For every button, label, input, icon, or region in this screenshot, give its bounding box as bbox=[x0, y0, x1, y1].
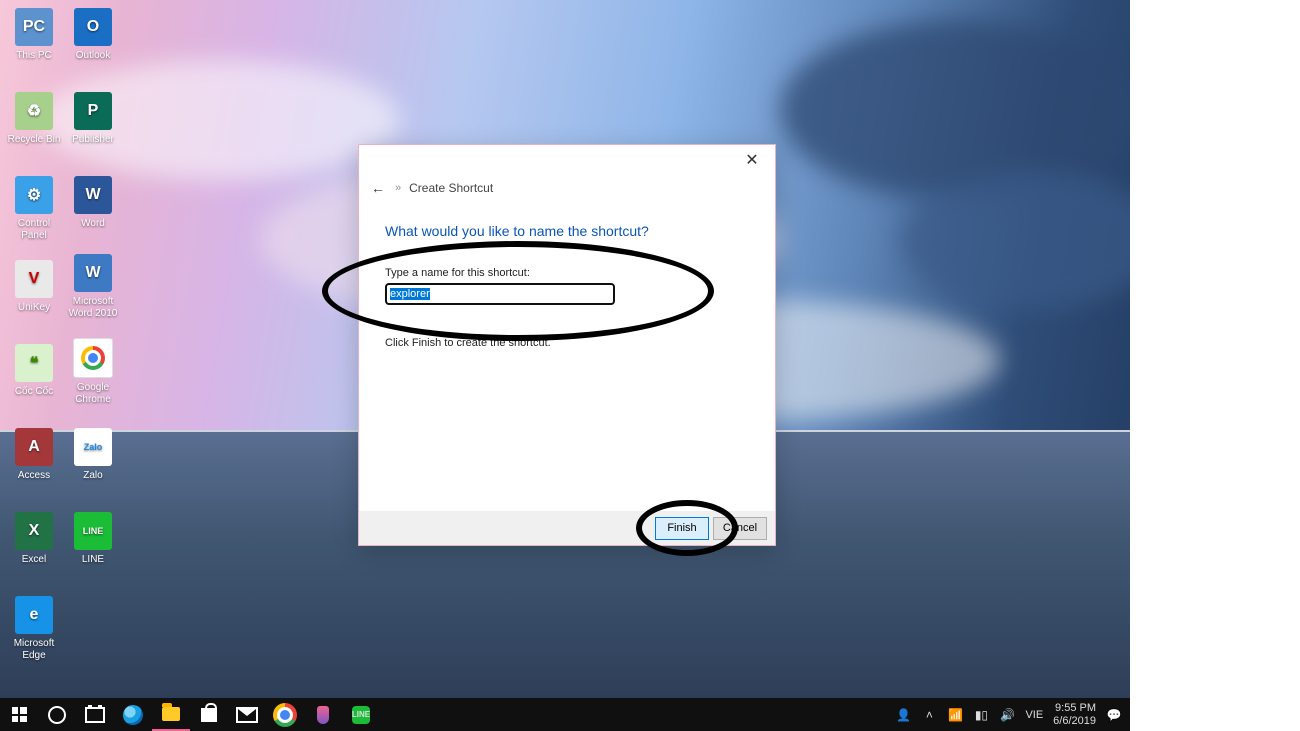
taskbar-app-line[interactable]: LINE bbox=[342, 698, 380, 731]
access-icon: A bbox=[15, 428, 53, 466]
desktop-icon-label: UniKey bbox=[5, 302, 63, 314]
finish-button[interactable]: Finish bbox=[655, 517, 709, 540]
folder-icon bbox=[162, 707, 180, 721]
chrome-icon bbox=[273, 703, 297, 727]
edge-icon bbox=[123, 705, 143, 725]
dialog-heading: What would you like to name the shortcut… bbox=[385, 223, 649, 239]
edge-icon: e bbox=[15, 596, 53, 634]
document-margin bbox=[1130, 0, 1300, 731]
maps-icon bbox=[317, 706, 329, 724]
create-shortcut-dialog: ✕ ← » Create Shortcut What would you lik… bbox=[358, 144, 776, 546]
outlook-icon: O bbox=[74, 8, 112, 46]
desktop-icon-label: Zalo bbox=[64, 470, 122, 482]
start-button[interactable] bbox=[0, 698, 38, 731]
desktop-icon-word-2010[interactable]: W Microsoft Word 2010 bbox=[64, 254, 122, 320]
action-center-icon[interactable]: 💬 bbox=[1106, 707, 1122, 723]
desktop-icon-label: Outlook bbox=[64, 50, 122, 62]
word-icon: W bbox=[74, 176, 112, 214]
wifi-icon[interactable]: 📶 bbox=[947, 707, 963, 723]
taskbar-app-chrome[interactable] bbox=[266, 698, 304, 731]
desktop[interactable]: PC This PC O Outlook ♻ Recycle Bin P Publisher ⚙… bbox=[0, 0, 1130, 698]
taskbar-app-maps[interactable] bbox=[304, 698, 342, 731]
desktop-icon-word[interactable]: W Word bbox=[64, 176, 122, 230]
dialog-instruction: Click Finish to create the shortcut. bbox=[385, 337, 551, 349]
taskbar: LINE 👤 ˄ 📶 ▮▯ 🔊 VIE 9:55 PM 6/6/2019 💬 bbox=[0, 698, 1130, 731]
back-arrow-icon: ← bbox=[371, 180, 385, 196]
desktop-icon-recycle-bin[interactable]: ♻ Recycle Bin bbox=[5, 92, 63, 146]
desktop-icon-coccoc[interactable]: ❝ Cốc Cốc bbox=[5, 344, 63, 398]
taskbar-app-file-explorer[interactable] bbox=[152, 698, 190, 731]
finish-label: Finish bbox=[667, 522, 696, 534]
desktop-icon-label: Word bbox=[64, 218, 122, 230]
cortana-button[interactable] bbox=[38, 698, 76, 731]
desktop-icon-label: LINE bbox=[64, 554, 122, 566]
line-icon: LINE bbox=[74, 512, 112, 550]
store-icon bbox=[201, 708, 217, 722]
control-panel-icon: ⚙ bbox=[15, 176, 53, 214]
shortcut-name-label: Type a name for this shortcut: bbox=[385, 267, 530, 279]
clock-time: 9:55 PM bbox=[1053, 702, 1096, 715]
desktop-icon-control-panel[interactable]: ⚙ Control Panel bbox=[5, 176, 63, 242]
desktop-icon-label: Google Chrome bbox=[64, 382, 122, 406]
breadcrumb-chevron-icon: » bbox=[395, 182, 401, 194]
language-indicator[interactable]: VIE bbox=[1025, 709, 1043, 721]
desktop-icon-label: Publisher bbox=[64, 134, 122, 146]
dialog-footer: Finish Cancel bbox=[359, 511, 775, 545]
desktop-icon-label: Microsoft Word 2010 bbox=[64, 296, 122, 320]
unikey-icon: V bbox=[15, 260, 53, 298]
battery-icon[interactable]: ▮▯ bbox=[973, 707, 989, 723]
tray-chevron-up-icon[interactable]: ˄ bbox=[921, 707, 937, 723]
desktop-icon-edge[interactable]: e Microsoft Edge bbox=[5, 596, 63, 662]
desktop-icon-label: Access bbox=[5, 470, 63, 482]
this-pc-icon: PC bbox=[15, 8, 53, 46]
taskbar-clock[interactable]: 9:55 PM 6/6/2019 bbox=[1053, 702, 1096, 728]
windows-icon bbox=[12, 707, 27, 722]
desktop-icon-label: Control Panel bbox=[5, 218, 63, 242]
shortcut-name-input[interactable] bbox=[385, 283, 615, 305]
word-2010-icon: W bbox=[74, 254, 112, 292]
publisher-icon: P bbox=[74, 92, 112, 130]
desktop-icon-chrome[interactable]: Google Chrome bbox=[64, 338, 122, 406]
task-view-button[interactable] bbox=[76, 698, 114, 731]
cancel-label: Cancel bbox=[723, 522, 757, 534]
desktop-icon-label: Excel bbox=[5, 554, 63, 566]
mail-icon bbox=[236, 707, 258, 723]
desktop-icon-label: Recycle Bin bbox=[5, 134, 63, 146]
desktop-icon-label: Microsoft Edge bbox=[5, 638, 63, 662]
clock-date: 6/6/2019 bbox=[1053, 715, 1096, 728]
coccoc-icon: ❝ bbox=[15, 344, 53, 382]
desktop-icon-outlook[interactable]: O Outlook bbox=[64, 8, 122, 62]
desktop-icon-zalo[interactable]: Zalo Zalo bbox=[64, 428, 122, 482]
dialog-title: Create Shortcut bbox=[409, 181, 493, 195]
dialog-close-button[interactable]: ✕ bbox=[729, 145, 775, 175]
desktop-icon-label: Cốc Cốc bbox=[5, 386, 63, 398]
taskbar-app-edge[interactable] bbox=[114, 698, 152, 731]
people-icon[interactable]: 👤 bbox=[895, 707, 911, 723]
cancel-button[interactable]: Cancel bbox=[713, 517, 767, 540]
desktop-icon-publisher[interactable]: P Publisher bbox=[64, 92, 122, 146]
taskview-icon bbox=[85, 707, 105, 723]
desktop-icon-access[interactable]: A Access bbox=[5, 428, 63, 482]
taskbar-app-mail[interactable] bbox=[228, 698, 266, 731]
close-icon: ✕ bbox=[745, 150, 758, 170]
desktop-icon-this-pc[interactable]: PC This PC bbox=[5, 8, 63, 62]
cortana-icon bbox=[48, 706, 66, 724]
line-icon: LINE bbox=[352, 706, 370, 724]
desktop-icon-excel[interactable]: X Excel bbox=[5, 512, 63, 566]
desktop-icon-line[interactable]: LINE LINE bbox=[64, 512, 122, 566]
chrome-icon bbox=[73, 338, 113, 378]
excel-icon: X bbox=[15, 512, 53, 550]
desktop-icon-unikey[interactable]: V UniKey bbox=[5, 260, 63, 314]
zalo-icon: Zalo bbox=[74, 428, 112, 466]
recycle-bin-icon: ♻ bbox=[15, 92, 53, 130]
desktop-icon-label: This PC bbox=[5, 50, 63, 62]
taskbar-app-store[interactable] bbox=[190, 698, 228, 731]
volume-icon[interactable]: 🔊 bbox=[999, 707, 1015, 723]
dialog-back-button[interactable]: ← bbox=[369, 179, 387, 197]
